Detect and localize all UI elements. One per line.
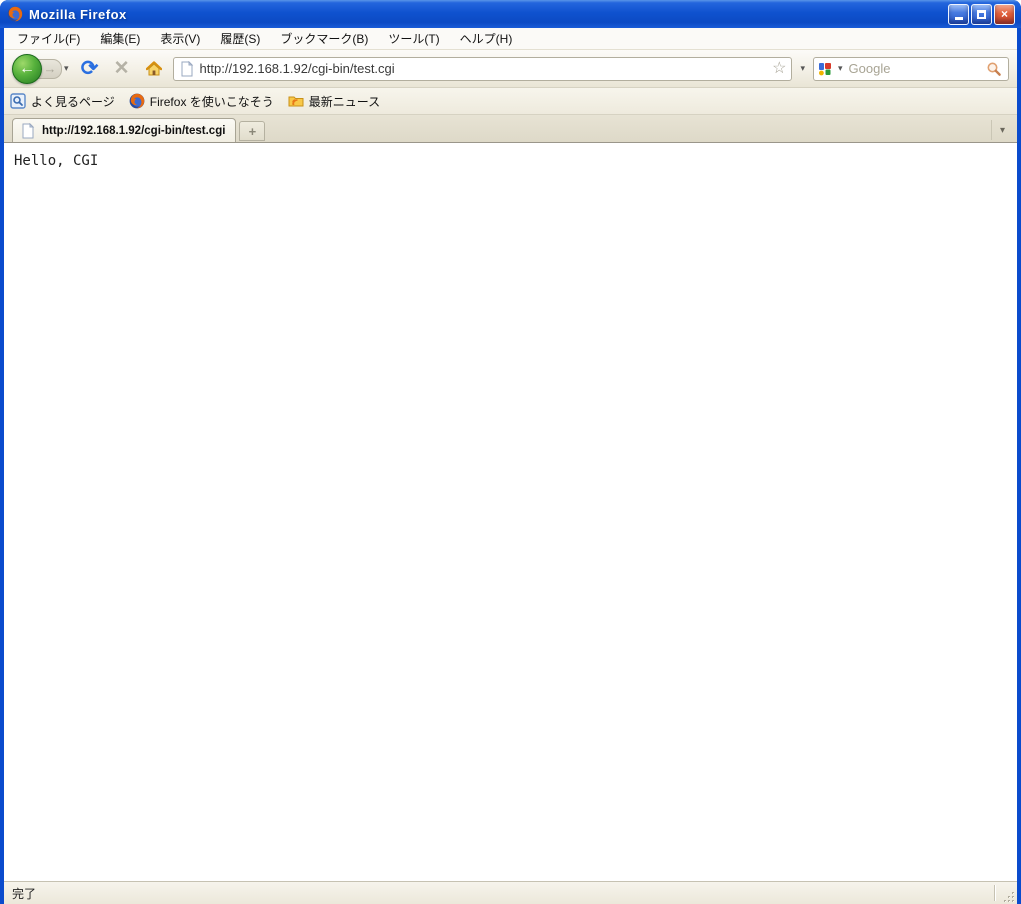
live-bookmark-icon: [288, 93, 304, 109]
page-icon: [179, 60, 195, 77]
minimize-icon: [954, 16, 963, 20]
url-input[interactable]: http://192.168.1.92/cgi-bin/test.cgi: [200, 61, 768, 76]
close-button[interactable]: ×: [994, 3, 1015, 25]
firefox-logo-icon: [7, 6, 23, 22]
reload-icon: ⟳: [80, 57, 99, 80]
maximize-icon: [977, 9, 986, 19]
status-text: 完了: [12, 886, 37, 901]
home-icon: [145, 60, 162, 77]
back-arrow-icon: ←: [19, 59, 35, 77]
page-body-text: Hello, CGI: [14, 153, 99, 169]
menu-tools[interactable]: ツール(T): [379, 28, 448, 49]
back-button[interactable]: ←: [12, 53, 42, 84]
search-magnifier-icon[interactable]: [986, 61, 1002, 77]
menu-history[interactable]: 履歴(S): [211, 28, 269, 49]
stop-button[interactable]: ✕: [109, 56, 135, 82]
minimize-button[interactable]: [948, 3, 969, 25]
tab-page-icon: [20, 122, 36, 139]
title-bar[interactable]: Mozilla Firefox ×: [0, 0, 1021, 28]
bookmark-label: よく見るページ: [31, 94, 115, 109]
search-input[interactable]: Google: [849, 61, 982, 76]
bookmark-firefox-help[interactable]: Firefox を使いこなそう: [129, 93, 274, 110]
status-separator: [994, 885, 996, 901]
browser-content: Hello, CGI: [4, 142, 1017, 881]
firefox-window: Mozilla Firefox × ファイル(F) 編集(E) 表示(V) 履歴…: [0, 0, 1021, 904]
back-forward-group: ← → ▾: [12, 53, 71, 84]
menu-bar: ファイル(F) 編集(E) 表示(V) 履歴(S) ブックマーク(B) ツール(…: [4, 28, 1017, 50]
menu-file[interactable]: ファイル(F): [8, 28, 89, 49]
home-button[interactable]: [141, 56, 167, 82]
url-bar[interactable]: http://192.168.1.92/cgi-bin/test.cgi ☆: [172, 56, 793, 81]
status-bar: 完了: [4, 881, 1017, 904]
bookmark-latest-news[interactable]: 最新ニュース: [288, 93, 380, 110]
smart-folder-icon: [10, 93, 26, 109]
bookmark-label: 最新ニュース: [308, 94, 381, 109]
bookmark-star-icon[interactable]: ☆: [772, 60, 786, 77]
bookmark-label: Firefox を使いこなそう: [149, 94, 274, 109]
plus-icon: +: [248, 123, 257, 139]
url-dropdown-button[interactable]: ▾: [798, 63, 807, 74]
tab-title: http://192.168.1.92/cgi-bin/test.cgi: [42, 124, 226, 137]
forward-arrow-icon: →: [43, 61, 57, 76]
new-tab-button[interactable]: +: [239, 121, 266, 141]
bookmark-most-visited[interactable]: よく見るページ: [10, 93, 115, 110]
menu-view[interactable]: 表示(V): [151, 28, 209, 49]
tab-bar: http://192.168.1.92/cgi-bin/test.cgi + ▾: [4, 115, 1017, 142]
menu-bookmarks[interactable]: ブックマーク(B): [271, 28, 377, 49]
active-tab[interactable]: http://192.168.1.92/cgi-bin/test.cgi: [12, 118, 237, 142]
maximize-button[interactable]: [971, 3, 992, 25]
menu-help[interactable]: ヘルプ(H): [451, 28, 522, 49]
search-engine-dropdown[interactable]: ▾: [836, 63, 845, 74]
search-bar[interactable]: ▾ Google: [813, 56, 1009, 81]
window-title: Mozilla Firefox: [29, 6, 127, 22]
close-icon: ×: [1000, 7, 1008, 21]
window-controls: ×: [948, 3, 1015, 25]
bookmarks-toolbar: よく見るページ Firefox を使いこなそう 最新ニュース: [4, 88, 1017, 115]
list-all-tabs-button[interactable]: ▾: [991, 120, 1013, 140]
google-engine-icon: [818, 62, 832, 76]
history-dropdown-button[interactable]: ▾: [62, 63, 71, 74]
firefox-icon: [129, 93, 145, 109]
resize-grip-icon[interactable]: [1000, 888, 1016, 904]
stop-icon: ✕: [113, 58, 130, 79]
chevron-down-icon: ▾: [999, 124, 1006, 136]
reload-button[interactable]: ⟳: [77, 56, 103, 82]
menu-edit[interactable]: 編集(E): [91, 28, 149, 49]
navigation-toolbar: ← → ▾ ⟳ ✕ http://192.168.1.92/cgi-bin/te…: [4, 50, 1017, 88]
